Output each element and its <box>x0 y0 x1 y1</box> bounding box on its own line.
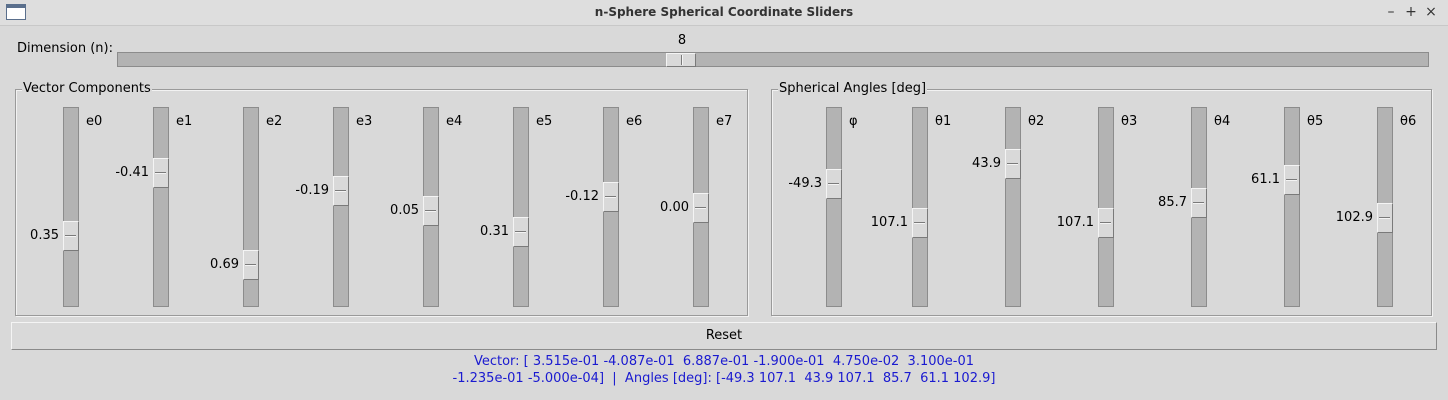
angle-slider-label: θ4 <box>1214 114 1231 129</box>
angle-slider-trough[interactable] <box>1098 107 1114 307</box>
vector-component-slider-value: 0.35 <box>30 228 59 243</box>
vector-component-slider-label: e2 <box>266 114 283 129</box>
vector-component-slider-value: -0.12 <box>565 189 599 204</box>
vector-component-slider-trough[interactable] <box>153 107 169 307</box>
angle-slider-value: 107.1 <box>1056 215 1094 230</box>
close-icon[interactable]: × <box>1422 3 1440 21</box>
vector-component-slider-trough[interactable] <box>333 107 349 307</box>
angle-slider-value: -49.3 <box>788 176 822 191</box>
vector-component-slider-value: 0.05 <box>390 203 419 218</box>
reset-button[interactable]: Reset <box>11 322 1437 350</box>
vector-component-slider-label: e6 <box>626 114 643 129</box>
dimension-label: Dimension (n): <box>17 41 113 56</box>
angle-slider-trough[interactable] <box>826 107 842 307</box>
dimension-slider-trough[interactable] <box>117 52 1429 67</box>
vector-component-slider-label: e3 <box>356 114 373 129</box>
vector-component-slider-value: -0.41 <box>115 165 149 180</box>
angle-slider-handle[interactable] <box>912 208 928 238</box>
vector-component-slider-value: 0.00 <box>660 200 689 215</box>
angle-slider-handle[interactable] <box>1284 165 1300 195</box>
vector-component-slider-handle[interactable] <box>63 221 79 251</box>
vector-component-slider-label: e5 <box>536 114 553 129</box>
angle-slider-value: 107.1 <box>870 215 908 230</box>
angle-slider-label: θ3 <box>1121 114 1138 129</box>
vector-component-slider-trough[interactable] <box>63 107 79 307</box>
vector-component-slider-label: e1 <box>176 114 193 129</box>
vector-components-title: Vector Components <box>22 81 152 96</box>
vector-component-slider-handle[interactable] <box>603 182 619 212</box>
dimension-slider-handle[interactable] <box>666 53 696 67</box>
angle-slider-label: θ5 <box>1307 114 1324 129</box>
vector-component-slider-value: -0.19 <box>295 183 329 198</box>
angle-slider-label: θ2 <box>1028 114 1045 129</box>
angle-slider-trough[interactable] <box>1284 107 1300 307</box>
angle-slider-handle[interactable] <box>1005 149 1021 179</box>
angle-slider-trough[interactable] <box>1005 107 1021 307</box>
angle-slider-value: 43.9 <box>972 156 1001 171</box>
angle-slider-label: φ <box>849 114 858 129</box>
vector-component-slider-handle[interactable] <box>153 158 169 188</box>
angle-slider-handle[interactable] <box>826 169 842 199</box>
minimize-icon[interactable]: – <box>1382 3 1400 21</box>
angle-slider-handle[interactable] <box>1377 203 1393 233</box>
angle-slider-value: 61.1 <box>1251 172 1280 187</box>
angle-slider-label: θ6 <box>1400 114 1417 129</box>
spherical-angles-title: Spherical Angles [deg] <box>778 81 928 96</box>
vector-component-slider-handle[interactable] <box>243 250 259 280</box>
angle-slider-trough[interactable] <box>912 107 928 307</box>
vector-component-slider-value: 0.69 <box>210 257 239 272</box>
vector-component-slider-label: e7 <box>716 114 733 129</box>
vector-component-slider-handle[interactable] <box>693 193 709 223</box>
angle-slider-handle[interactable] <box>1191 188 1207 218</box>
status-line-2: -1.235e-01 -5.000e-04] | Angles [deg]: [… <box>452 371 996 386</box>
angle-slider-value: 85.7 <box>1158 195 1187 210</box>
vector-component-slider-handle[interactable] <box>333 176 349 206</box>
vector-component-slider-trough[interactable] <box>513 107 529 307</box>
vector-component-slider-handle[interactable] <box>513 217 529 247</box>
vector-component-slider-label: e0 <box>86 114 103 129</box>
window-title: n-Sphere Spherical Coordinate Sliders <box>594 5 854 19</box>
maximize-icon[interactable]: + <box>1402 3 1420 21</box>
status-line-1: Vector: [ 3.515e-01 -4.087e-01 6.887e-01… <box>473 354 975 369</box>
vector-component-slider-label: e4 <box>446 114 463 129</box>
angle-slider-value: 102.9 <box>1335 210 1373 225</box>
dimension-value: 8 <box>677 33 687 48</box>
vector-component-slider-handle[interactable] <box>423 196 439 226</box>
angle-slider-handle[interactable] <box>1098 208 1114 238</box>
vector-component-slider-value: 0.31 <box>480 224 509 239</box>
angle-slider-label: θ1 <box>935 114 952 129</box>
title-bar: n-Sphere Spherical Coordinate Sliders – … <box>0 0 1448 26</box>
